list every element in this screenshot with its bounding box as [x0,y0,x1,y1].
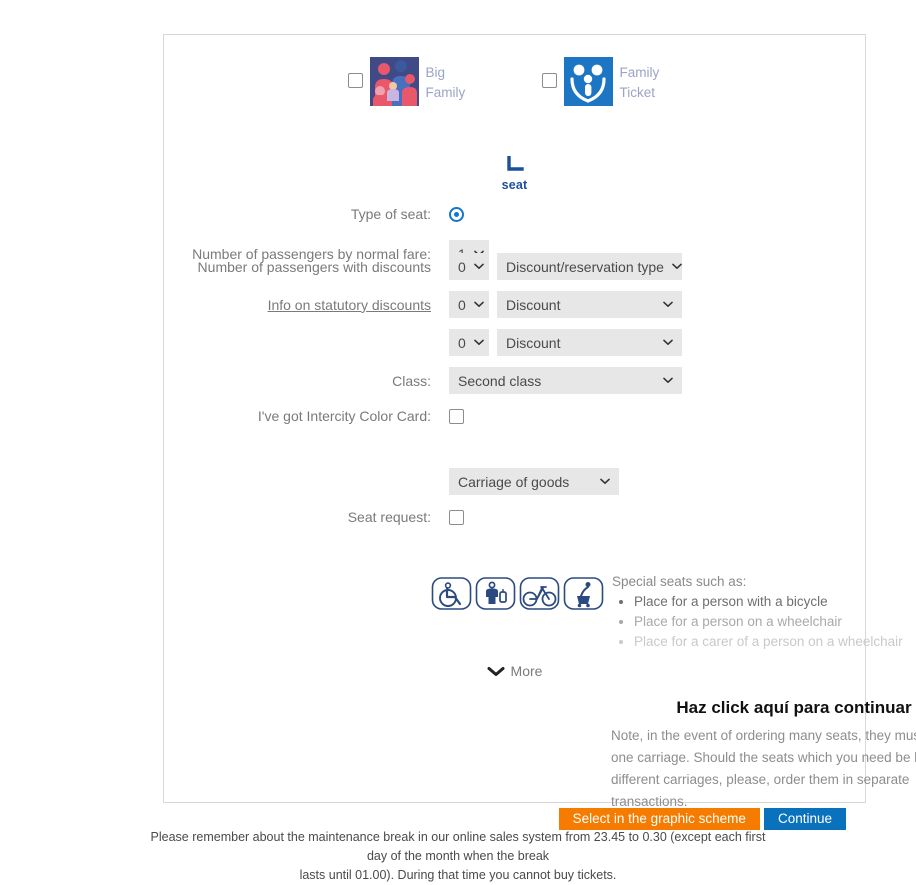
list-item: Place for a carer of a person on a wheel… [634,632,912,652]
maintenance-notice-line1: Please remember about the maintenance br… [150,830,766,863]
list-item: Place for a person on a wheelchair [634,612,912,632]
seat-request-label: Seat request: [347,509,431,525]
class-row: Class: Second class [164,367,682,394]
family-ticket-icon [563,57,613,106]
special-seat-icons [431,573,604,614]
bicycle-icon[interactable] [519,573,560,614]
seat-icon [506,156,524,171]
wheelchair-icon[interactable] [431,573,472,614]
maintenance-notice-line2: lasts until 01.00). During that time you… [299,868,617,882]
chevron-down-icon [663,377,673,383]
type-of-seat-radio[interactable] [449,206,464,222]
annotation-text: Haz click aquí para continuar [676,698,912,717]
note-text: Note, in the event of ordering many seat… [611,728,916,809]
carriage-of-goods-value: Carriage of goods [458,473,570,490]
action-buttons: Select in the graphic scheme Continue [164,808,865,830]
discount-row-2: Info on statutory discounts 0 Discount [164,291,682,318]
select-graphic-scheme-button[interactable]: Select in the graphic scheme [558,808,760,830]
special-seats-block: Special seats such as: Place for a perso… [612,574,912,652]
class-label: Class: [392,372,431,389]
continue-button[interactable]: Continue [763,808,846,830]
family-ticket-checkbox[interactable] [541,73,557,88]
discount-count-value-2: 0 [458,296,466,313]
discount-count-value-3: 0 [458,334,466,351]
more-expander[interactable]: More [164,663,865,679]
person-with-luggage-icon[interactable] [475,573,516,614]
big-family-option[interactable]: Big Family [347,57,488,106]
carriage-of-goods-select[interactable]: Carriage of goods [449,468,619,495]
carriage-of-goods-row: Carriage of goods [164,468,619,495]
person-with-stroller-icon[interactable] [563,573,604,614]
color-card-row: I've got Intercity Color Card: [164,407,464,425]
discount-type-value-3: Discount [506,334,561,351]
discount-type-select-3[interactable]: Discount [497,329,682,356]
seat-indicator: seat [164,156,865,192]
special-seats-list: Place for a person with a bicycle Place … [612,592,912,652]
chevron-down-icon [473,301,484,307]
big-family-checkbox[interactable] [347,73,363,88]
discount-count-value-1: 0 [458,258,466,275]
chevron-down-icon [473,339,484,345]
discount-row-3: 0 Discount [164,329,682,356]
color-card-label: I've got Intercity Color Card: [257,408,431,424]
maintenance-notice: Please remember about the maintenance br… [0,828,916,885]
seat-request-row: Seat request: [164,508,464,526]
chevron-down-icon [487,666,505,676]
discount-type-value-1: Discount/reservation type [506,258,664,275]
special-seats-title: Special seats such as: [612,574,747,589]
ticket-options-panel: Big Family Family Ticket seat Type of se… [163,34,916,830]
discount-type-select-1[interactable]: Discount/reservation type [497,253,682,280]
chevron-down-icon [672,263,682,269]
family-ticket-label: Family Ticket [619,65,660,100]
big-family-photo [369,57,419,106]
discount-count-select-1[interactable]: 0 [449,253,489,280]
seat-label: seat [501,178,528,192]
chevron-down-icon [473,263,484,269]
list-item: Place for a person with a bicycle [634,592,912,612]
discount-count-select-3[interactable]: 0 [449,329,489,356]
more-label: More [510,663,543,679]
discount-type-select-2[interactable]: Discount [497,291,682,318]
class-select[interactable]: Second class [449,367,682,394]
discount-type-value-2: Discount [506,296,561,313]
chevron-down-icon [663,301,673,307]
family-ticket-option[interactable]: Family Ticket [541,57,682,106]
discount-passengers-label: Number of passengers with discounts [197,258,431,275]
type-of-seat-row: Type of seat: [164,205,464,223]
info-statutory-discounts-link[interactable]: Info on statutory discounts [164,296,449,314]
seat-request-checkbox[interactable] [449,509,464,525]
class-value: Second class [458,372,542,389]
chevron-down-icon [663,339,673,345]
chevron-down-icon [600,478,610,484]
color-card-checkbox[interactable] [449,408,464,424]
discount-row-1: Number of passengers with discounts 0 Di… [164,253,682,280]
family-options-row: Big Family Family Ticket [164,57,865,106]
discount-count-select-2[interactable]: 0 [449,291,489,318]
big-family-label: Big Family [425,65,466,100]
type-of-seat-label: Type of seat: [350,206,431,222]
